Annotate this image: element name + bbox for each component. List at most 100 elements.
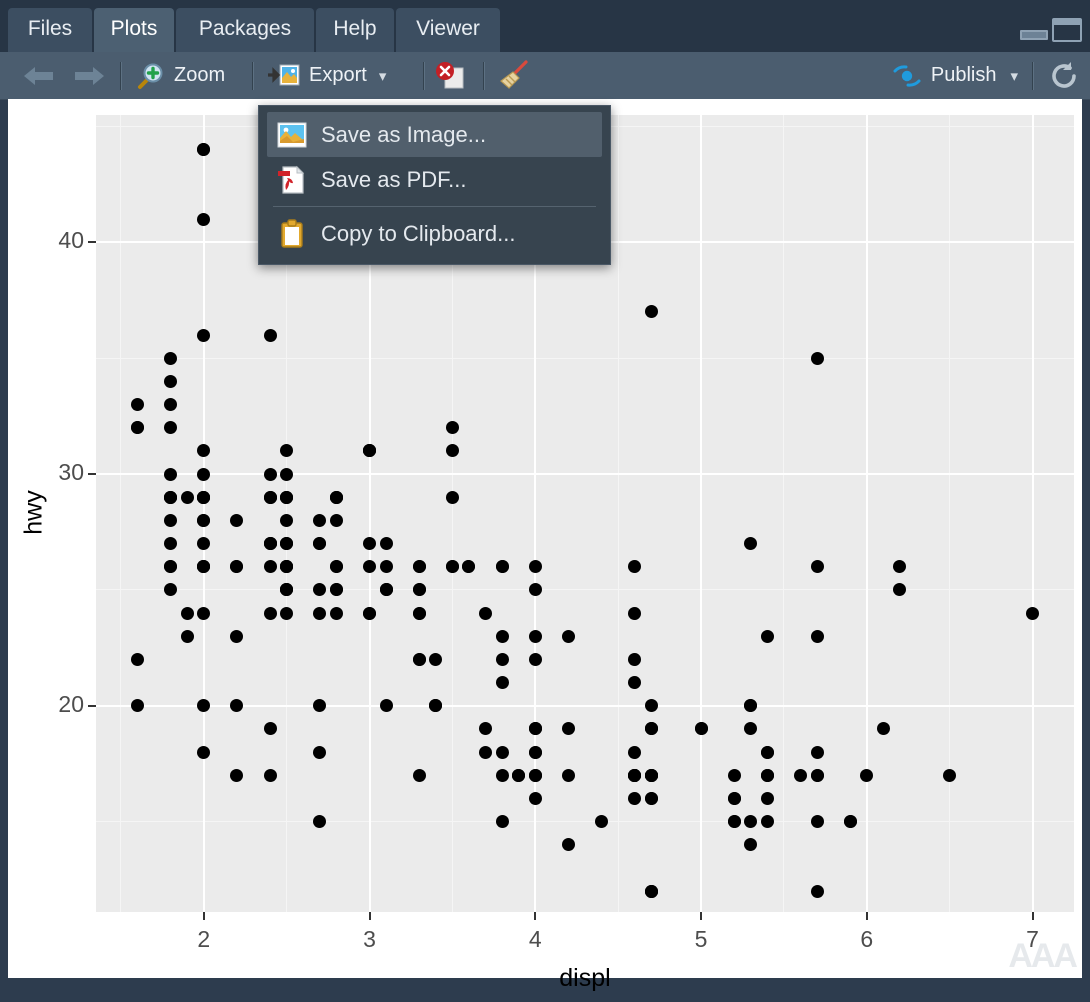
- data-point: [893, 583, 907, 597]
- data-point: [263, 328, 277, 342]
- data-point: [329, 513, 343, 527]
- data-point: [130, 421, 144, 435]
- data-point: [893, 560, 907, 574]
- data-point: [280, 490, 294, 504]
- data-point: [644, 305, 658, 319]
- refresh-icon: [1052, 62, 1076, 88]
- zoom-label: Zoom: [174, 64, 226, 86]
- data-point: [164, 374, 178, 388]
- toolbar-separator-4: [483, 62, 485, 90]
- y-axis-label: hwy: [19, 489, 48, 535]
- publish-label: Publish: [930, 64, 997, 86]
- data-point: [412, 560, 426, 574]
- data-point: [280, 513, 294, 527]
- menu-separator: [273, 206, 596, 207]
- data-point: [313, 537, 327, 551]
- x-tick-label: 6: [860, 926, 874, 952]
- export-button[interactable]: Export ▾: [268, 52, 386, 99]
- data-point: [197, 560, 211, 574]
- data-point: [810, 629, 824, 643]
- data-point: [180, 629, 194, 643]
- data-point: [628, 676, 642, 690]
- data-point: [1026, 606, 1040, 620]
- data-point: [379, 560, 393, 574]
- y-tick-mark: [88, 473, 96, 476]
- tab-help[interactable]: Help: [316, 8, 394, 52]
- data-point: [263, 606, 277, 620]
- tab-label: Packages: [198, 17, 292, 40]
- maximize-pane-button[interactable]: [1052, 18, 1082, 42]
- tab-bar-left-spacer: [0, 0, 8, 52]
- data-point: [561, 768, 575, 782]
- data-point: [280, 583, 294, 597]
- tab-label: Viewer: [416, 17, 480, 40]
- back-button[interactable]: [22, 52, 56, 99]
- data-point: [230, 513, 244, 527]
- tab-plots[interactable]: Plots: [94, 8, 174, 52]
- toolbar-separator-3: [423, 62, 425, 90]
- tab-viewer[interactable]: Viewer: [396, 8, 500, 52]
- data-point: [197, 537, 211, 551]
- data-point: [445, 444, 459, 458]
- tab-files[interactable]: Files: [8, 8, 92, 52]
- toolbar-separator-1: [120, 62, 122, 90]
- x-tick-mark: [865, 912, 868, 920]
- data-point: [280, 537, 294, 551]
- gridline-minor-horizontal: [96, 821, 1074, 823]
- x-tick-mark: [700, 912, 703, 920]
- data-point: [263, 722, 277, 736]
- data-point: [876, 722, 890, 736]
- data-point: [628, 606, 642, 620]
- x-tick-label: 3: [363, 926, 376, 952]
- data-point: [363, 444, 376, 458]
- rstudio-plots-pane: Files Plots Packages Help Viewer Zoom Ex…: [0, 0, 1090, 1002]
- data-point: [197, 490, 211, 504]
- data-point: [462, 560, 476, 574]
- data-point: [412, 768, 426, 782]
- data-point: [412, 583, 426, 597]
- zoom-button[interactable]: Zoom: [135, 52, 225, 99]
- remove-plot-button[interactable]: [434, 52, 466, 99]
- data-point: [495, 676, 509, 690]
- data-point: [628, 560, 642, 574]
- data-point: [445, 560, 459, 574]
- data-point: [512, 768, 526, 782]
- data-point: [760, 815, 774, 829]
- data-point: [263, 560, 277, 574]
- data-point: [197, 143, 211, 157]
- refresh-button[interactable]: [1048, 60, 1080, 92]
- forward-button[interactable]: [72, 52, 106, 99]
- data-point: [760, 791, 774, 805]
- data-point: [495, 745, 509, 759]
- menu-item-label: Save as Image...: [321, 121, 487, 147]
- minimize-pane-button[interactable]: [1020, 30, 1048, 40]
- clipboard-icon: [277, 218, 307, 249]
- tab-packages[interactable]: Packages: [176, 8, 314, 52]
- image-file-icon: [277, 120, 307, 150]
- data-point: [363, 606, 376, 620]
- publish-button[interactable]: Publish ▾: [892, 52, 1018, 99]
- data-point: [727, 815, 741, 829]
- data-point: [495, 652, 509, 666]
- data-point: [130, 652, 144, 666]
- x-tick-label: 4: [528, 926, 542, 952]
- data-point: [164, 537, 178, 551]
- clear-all-plots-button[interactable]: [496, 52, 530, 99]
- data-point: [760, 768, 774, 782]
- data-point: [810, 768, 824, 782]
- data-point: [810, 745, 824, 759]
- menu-item-copy-to-clipboard[interactable]: Copy to Clipboard...: [267, 211, 602, 256]
- data-point: [843, 815, 857, 829]
- data-point: [280, 606, 294, 620]
- data-point: [313, 513, 327, 527]
- menu-item-save-as-image[interactable]: Save as Image...: [267, 112, 602, 157]
- data-point: [313, 745, 327, 759]
- menu-item-label: Save as PDF...: [321, 166, 467, 192]
- menu-item-save-as-pdf[interactable]: Save as PDF...: [267, 157, 602, 202]
- x-tick-label: 2: [197, 926, 211, 952]
- x-tick-mark: [534, 912, 537, 920]
- data-point: [445, 421, 459, 435]
- x-axis-label: displ: [559, 964, 611, 992]
- data-point: [230, 560, 244, 574]
- data-point: [130, 699, 144, 713]
